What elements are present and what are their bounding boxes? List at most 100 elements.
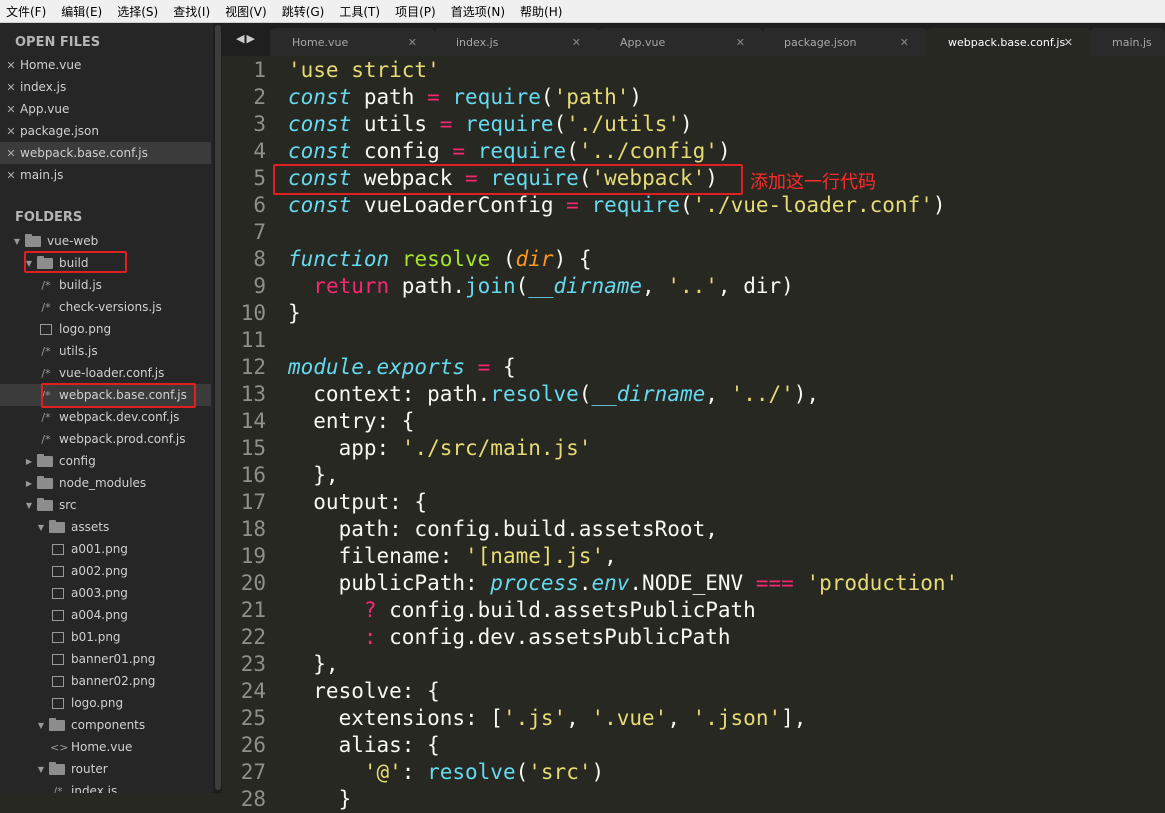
caret-right-icon[interactable]: ▶ bbox=[24, 457, 34, 466]
menu-item[interactable]: 帮助(H) bbox=[520, 3, 562, 20]
code-token: = bbox=[452, 139, 466, 163]
menu-item[interactable]: 编辑(E) bbox=[61, 3, 102, 20]
code-token: ( bbox=[566, 139, 579, 163]
caret-right-icon[interactable]: ▶ bbox=[24, 479, 34, 488]
open-file-item[interactable]: ✕ index.js bbox=[0, 76, 211, 98]
open-file-item[interactable]: ✕ webpack.base.conf.js bbox=[0, 142, 211, 164]
line-number: 10 bbox=[240, 301, 266, 325]
tree-item-label: assets bbox=[71, 520, 110, 534]
tree-item[interactable]: logo.png bbox=[0, 318, 211, 340]
tree-item[interactable]: /* webpack.dev.conf.js bbox=[0, 406, 211, 428]
tree-item-label: build.js bbox=[59, 278, 102, 292]
close-icon[interactable]: ✕ bbox=[4, 103, 18, 116]
sidebar-scrollbar[interactable] bbox=[213, 23, 222, 793]
tab-nav-arrows-icon[interactable]: ◀▶ bbox=[236, 32, 257, 45]
tree-item[interactable]: banner02.png bbox=[0, 670, 211, 692]
code-token: ), bbox=[793, 382, 820, 406]
line-number: 5 bbox=[253, 166, 266, 190]
menu-item[interactable]: 工具(T) bbox=[339, 3, 380, 20]
open-file-item[interactable]: ✕ Home.vue bbox=[0, 54, 211, 76]
tab-index-js[interactable]: index.js ✕ bbox=[434, 28, 599, 56]
tree-item[interactable]: a001.png bbox=[0, 538, 211, 560]
code-text: : config.dev.assetsPublicPath bbox=[288, 624, 731, 651]
close-tab-icon[interactable]: ✕ bbox=[408, 36, 417, 49]
tree-item[interactable]: ▶ config bbox=[0, 450, 211, 472]
tree-item[interactable]: a003.png bbox=[0, 582, 211, 604]
code-token: module.exports bbox=[288, 355, 466, 379]
tree-item[interactable]: banner01.png bbox=[0, 648, 211, 670]
menu-item[interactable]: 首选项(N) bbox=[451, 3, 505, 20]
menu-item[interactable]: 选择(S) bbox=[117, 3, 158, 20]
code-token: , bbox=[604, 544, 617, 568]
close-icon[interactable]: ✕ bbox=[4, 169, 18, 182]
menu-item[interactable]: 跳转(G) bbox=[282, 3, 325, 20]
close-tab-icon[interactable]: ✕ bbox=[900, 36, 909, 49]
tab-label: webpack.base.conf.js bbox=[948, 35, 1066, 49]
tab-main-js[interactable]: main.js bbox=[1090, 28, 1165, 56]
tree-item[interactable]: b01.png bbox=[0, 626, 211, 648]
caret-down-icon[interactable]: ▼ bbox=[12, 237, 22, 246]
tree-item[interactable]: /* build.js bbox=[0, 274, 211, 296]
caret-down-icon[interactable]: ▼ bbox=[36, 523, 46, 532]
code-token: path. bbox=[389, 274, 466, 298]
tree-item[interactable]: logo.png bbox=[0, 692, 211, 714]
tab-package-json[interactable]: package.json ✕ bbox=[762, 28, 927, 56]
tree-item[interactable]: /* index.js bbox=[0, 780, 211, 793]
tree-item[interactable]: ▼ vue-web bbox=[0, 230, 211, 252]
menu-item[interactable]: 文件(F) bbox=[6, 3, 46, 20]
tab-App-vue[interactable]: App.vue ✕ bbox=[598, 28, 763, 56]
caret-down-icon[interactable]: ▼ bbox=[36, 765, 46, 774]
open-file-item[interactable]: ✕ App.vue bbox=[0, 98, 211, 120]
tree-item-label: utils.js bbox=[59, 344, 98, 358]
tree-item[interactable]: ▼ components bbox=[0, 714, 211, 736]
close-icon[interactable]: ✕ bbox=[4, 59, 18, 72]
line-number: 26 bbox=[240, 733, 266, 757]
line-number: 21 bbox=[240, 598, 266, 622]
tree-item-label: components bbox=[71, 718, 146, 732]
close-icon[interactable]: ✕ bbox=[4, 125, 18, 138]
tree-item[interactable]: /* utils.js bbox=[0, 340, 211, 362]
tab-label: App.vue bbox=[620, 35, 666, 49]
caret-down-icon[interactable]: ▼ bbox=[36, 721, 46, 730]
tree-item[interactable]: <> Home.vue bbox=[0, 736, 211, 758]
tree-item[interactable]: /* vue-loader.conf.js bbox=[0, 362, 211, 384]
tree-item[interactable]: a002.png bbox=[0, 560, 211, 582]
menu-item[interactable]: 视图(V) bbox=[225, 3, 267, 20]
code-token: , bbox=[642, 274, 668, 298]
close-icon[interactable]: ✕ bbox=[4, 81, 18, 94]
code-text: const path = require('path') bbox=[288, 84, 642, 111]
open-file-item[interactable]: ✕ main.js bbox=[0, 164, 211, 186]
code-token: './src/main.js' bbox=[401, 436, 592, 460]
caret-down-icon[interactable]: ▼ bbox=[24, 501, 34, 510]
code-token: , bbox=[705, 382, 731, 406]
close-icon[interactable]: ✕ bbox=[4, 147, 18, 160]
tab-Home-vue[interactable]: Home.vue ✕ bbox=[270, 28, 435, 56]
tree-item[interactable]: ▼ router bbox=[0, 758, 211, 780]
code-token: require bbox=[591, 193, 680, 217]
annotation-text: 添加这一行代码 bbox=[750, 172, 876, 193]
code-token: ? bbox=[363, 598, 377, 622]
code-token: = bbox=[566, 193, 579, 217]
code-token: { bbox=[490, 355, 516, 379]
close-tab-icon[interactable]: ✕ bbox=[736, 36, 745, 49]
tree-item-label: logo.png bbox=[59, 322, 112, 336]
close-tab-icon[interactable]: ✕ bbox=[1064, 36, 1073, 49]
code-token: resolve: { bbox=[288, 679, 440, 703]
tree-item[interactable]: ▼ assets bbox=[0, 516, 211, 538]
image-file-icon bbox=[52, 675, 64, 687]
close-tab-icon[interactable]: ✕ bbox=[572, 36, 581, 49]
menu-item[interactable]: 查找(I) bbox=[173, 3, 210, 20]
tree-item-label: a001.png bbox=[71, 542, 128, 556]
code-text: app: './src/main.js' bbox=[288, 435, 592, 462]
scrollbar-thumb[interactable] bbox=[215, 25, 221, 790]
tab-webpack-base-conf-js[interactable]: webpack.base.conf.js ✕ bbox=[926, 28, 1091, 56]
tree-item[interactable]: /* webpack.prod.conf.js bbox=[0, 428, 211, 450]
tree-item[interactable]: ▶ node_modules bbox=[0, 472, 211, 494]
code-token: 'src' bbox=[528, 760, 592, 784]
tree-item[interactable]: /* check-versions.js bbox=[0, 296, 211, 318]
tree-item[interactable]: ▼ src bbox=[0, 494, 211, 516]
tree-item[interactable]: a004.png bbox=[0, 604, 211, 626]
open-file-item[interactable]: ✕ package.json bbox=[0, 120, 211, 142]
menu-item[interactable]: 项目(P) bbox=[395, 3, 436, 20]
